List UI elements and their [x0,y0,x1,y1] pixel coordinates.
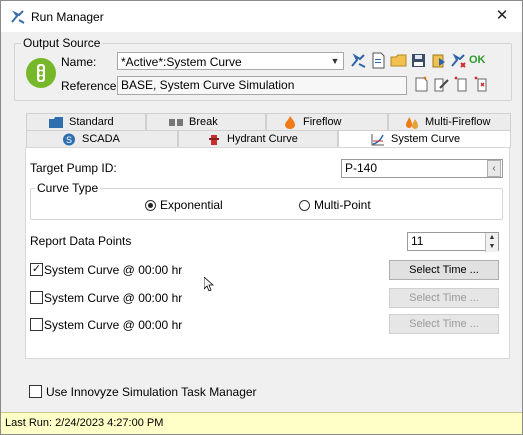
system-curve-2-checkbox[interactable] [30,291,43,304]
folder-icon [49,117,63,128]
output-source-label: Output Source [21,36,103,50]
compute-icon[interactable] [350,52,367,69]
new-reference-icon[interactable] [413,76,430,93]
tab-multi-fireflow[interactable]: Multi-Fireflow [388,113,511,130]
tab-standard[interactable]: Standard [26,113,146,130]
scada-icon: S [63,133,75,146]
report-points-value: 11 [411,234,424,248]
ok-button[interactable]: OK [469,54,486,66]
copy-reference-icon[interactable] [453,76,470,93]
svg-text:S: S [66,135,72,145]
traffic-light-logo-icon [26,58,56,88]
window-title: Run Manager [31,10,104,24]
close-icon[interactable]: ✕ [492,6,512,26]
reference-label: Reference: [61,79,120,93]
target-pump-label: Target Pump ID: [30,161,117,175]
report-points-spinner[interactable]: ▲ ▼ [485,233,498,252]
new-document-icon[interactable] [370,52,387,69]
pick-pump-button[interactable]: ‹ [487,160,501,177]
tab-hydrant-curve-label: Hydrant Curve [227,133,298,145]
tab-hydrant-curve[interactable]: Hydrant Curve [178,130,338,147]
system-curve-3-checkbox[interactable] [30,318,43,331]
multipoint-radio[interactable] [299,200,310,211]
spin-up-icon[interactable]: ▲ [486,233,498,242]
tab-fireflow-label: Fireflow [303,116,342,128]
select-time-1-button[interactable]: Select Time ... [389,260,499,280]
curve-type-label: Curve Type [35,181,101,195]
target-pump-input[interactable]: P-140 [341,159,503,178]
pipe-break-icon [169,119,183,126]
system-curve-1-checkbox[interactable]: ✓ [30,263,43,276]
reference-value: BASE, System Curve Simulation [121,78,295,92]
tab-scada-label: SCADA [82,133,120,145]
system-curve-icon [371,134,384,146]
select-time-2-button[interactable]: Select Time ... [389,288,499,308]
last-run-text: Last Run: 2/24/2023 4:27:00 PM [5,417,164,429]
run-settings-icon[interactable] [450,52,467,69]
exponential-label: Exponential [160,198,223,212]
tab-scada[interactable]: S SCADA [26,130,178,147]
multipoint-label: Multi-Point [314,198,371,212]
multi-flame-icon [406,117,418,129]
delete-reference-icon[interactable] [473,76,490,93]
system-curve-3-label: System Curve @ 00:00 hr [44,318,183,332]
tab-multi-fireflow-label: Multi-Fireflow [425,116,491,128]
run-manager-app-icon [11,10,25,24]
title-bar: Run Manager ✕ [1,1,522,32]
save-icon[interactable] [410,52,427,69]
reference-field[interactable]: BASE, System Curve Simulation [117,76,407,95]
chevron-down-icon: ▼ [330,56,340,66]
system-curve-1-label: System Curve @ 00:00 hr [44,263,183,277]
tab-standard-label: Standard [69,116,114,128]
tab-break-label: Break [189,116,218,128]
flame-icon [285,116,295,129]
system-curve-panel: Target Pump ID: P-140 ‹ Curve Type Expon… [25,147,510,359]
select-time-3-button[interactable]: Select Time ... [389,314,499,334]
run-type-tabs: Standard Break Fireflow Multi-Fireflow S… [26,110,511,148]
system-curve-2-label: System Curve @ 00:00 hr [44,291,183,305]
report-points-input[interactable]: 11 ▲ ▼ [407,232,499,252]
name-label: Name: [61,55,97,69]
edit-reference-icon[interactable] [433,76,450,93]
open-folder-icon[interactable] [390,52,407,69]
tab-system-curve-label: System Curve [391,133,461,145]
target-pump-value: P-140 [345,161,378,175]
task-manager-checkbox[interactable] [29,385,42,398]
curve-type-group [30,188,503,220]
mouse-cursor-icon [204,277,214,291]
clipboard-run-icon[interactable] [430,52,447,69]
tab-system-curve[interactable]: System Curve [338,130,511,148]
name-select[interactable]: *Active*:System Curve ▼ [117,52,344,70]
exponential-radio[interactable] [145,200,156,211]
status-bar: Last Run: 2/24/2023 4:27:00 PM [1,412,522,434]
hydrant-icon [209,135,219,145]
tab-break[interactable]: Break [146,113,266,130]
report-points-label: Report Data Points [30,234,132,248]
spin-down-icon[interactable]: ▼ [486,242,498,251]
name-select-value: *Active*:System Curve [121,55,242,69]
task-manager-label: Use Innovyze Simulation Task Manager [46,385,257,399]
run-manager-window: Run Manager ✕ Output Source Name: *Activ… [0,0,523,435]
tab-fireflow[interactable]: Fireflow [266,113,388,130]
